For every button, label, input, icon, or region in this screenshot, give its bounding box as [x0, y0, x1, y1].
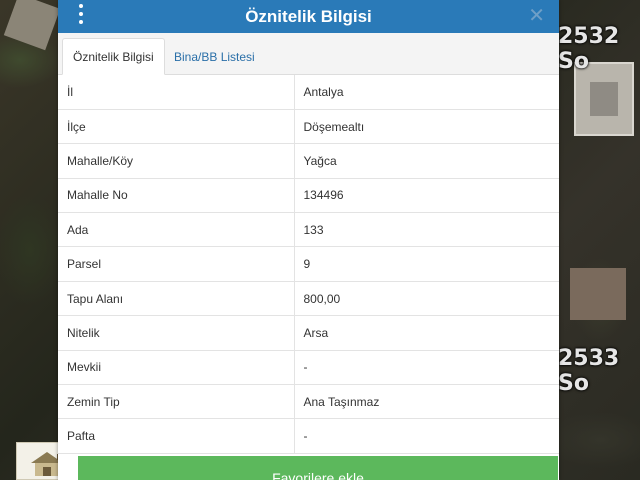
- road-label: 2532 So: [558, 24, 620, 74]
- row-value: Döşemealtı: [294, 109, 559, 145]
- row-key: İlçe: [58, 109, 295, 145]
- row-value: Ana Taşınmaz: [294, 384, 559, 420]
- row-value: Yağca: [294, 143, 559, 179]
- table-row: İlçe Döşemealtı: [58, 109, 559, 145]
- close-icon[interactable]: ✕: [528, 2, 545, 30]
- building-roof: [3, 0, 61, 51]
- row-key: Pafta: [58, 418, 295, 454]
- row-key: Mahalle No: [58, 178, 295, 214]
- table-row: Nitelik Arsa: [58, 315, 559, 351]
- row-key: Mevkii: [58, 350, 295, 386]
- table-row: Tapu Alanı 800,00: [58, 281, 559, 317]
- attribute-table: İl Antalya İlçe Döşemealtı Mahalle/Köy Y…: [58, 75, 559, 454]
- dialog-title: Öznitelik Bilgisi: [245, 6, 372, 26]
- row-value: -: [294, 418, 559, 454]
- tab-attribute-info[interactable]: Öznitelik Bilgisi: [62, 38, 165, 75]
- row-key: Parsel: [58, 246, 295, 282]
- row-value: -: [294, 350, 559, 386]
- tab-bar: Öznitelik Bilgisi Bina/BB Listesi: [58, 33, 559, 75]
- row-key: Ada: [58, 212, 295, 248]
- attribute-info-dialog: Öznitelik Bilgisi ✕ Öznitelik Bilgisi Bi…: [58, 0, 559, 480]
- row-value: Antalya: [294, 75, 559, 110]
- row-key: Mahalle/Köy: [58, 143, 295, 179]
- table-row: Zemin Tip Ana Taşınmaz: [58, 384, 559, 420]
- row-key: İl: [58, 75, 295, 110]
- building-roof: [570, 268, 626, 320]
- row-key: Nitelik: [58, 315, 295, 351]
- table-row: Parsel 9: [58, 246, 559, 282]
- table-row: İl Antalya: [58, 75, 559, 110]
- add-to-favorites-button[interactable]: Favorilere ekle: [78, 456, 558, 480]
- row-value: 800,00: [294, 281, 559, 317]
- table-row: Mahalle/Köy Yağca: [58, 143, 559, 179]
- row-value: 133: [294, 212, 559, 248]
- dialog-header: Öznitelik Bilgisi ✕: [58, 0, 559, 33]
- table-row: Mahalle No 134496: [58, 178, 559, 214]
- table-row: Pafta -: [58, 418, 559, 454]
- road-label: 2533 So: [558, 346, 620, 396]
- row-value: 134496: [294, 178, 559, 214]
- kebab-menu-icon[interactable]: [76, 2, 86, 26]
- tab-building-list[interactable]: Bina/BB Listesi: [164, 38, 265, 75]
- row-key: Tapu Alanı: [58, 281, 295, 317]
- row-value: Arsa: [294, 315, 559, 351]
- table-row: Ada 133: [58, 212, 559, 248]
- row-value: 9: [294, 246, 559, 282]
- table-row: Mevkii -: [58, 350, 559, 386]
- row-key: Zemin Tip: [58, 384, 295, 420]
